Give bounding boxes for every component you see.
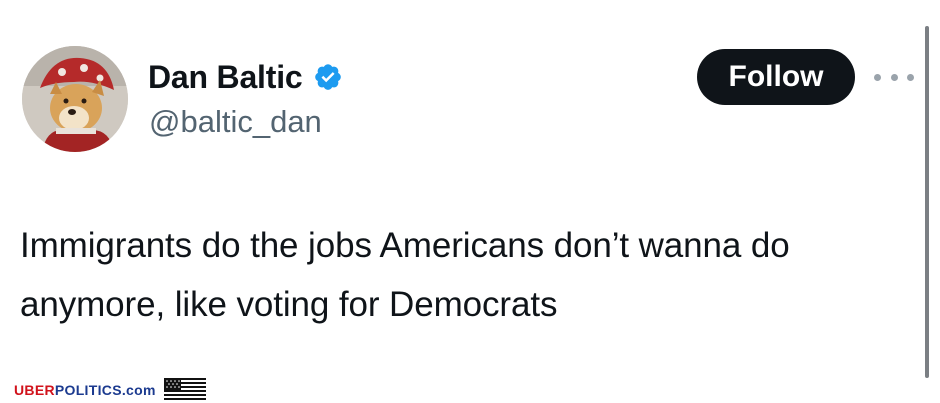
avatar[interactable]	[22, 46, 128, 152]
dot	[890, 73, 898, 81]
watermark-part1: UBER	[14, 382, 55, 398]
tweet-text: Immigrants do the jobs Americans don’t w…	[20, 226, 790, 324]
dot	[907, 73, 914, 81]
scrollbar[interactable]	[925, 26, 929, 378]
us-flag-icon	[163, 378, 206, 402]
watermark: UBERPOLITICS.com	[14, 378, 206, 402]
watermark-part2: POLITICS.com	[54, 382, 156, 398]
tweet-card: Dan Baltic @baltic_dan Follow Immigrants…	[0, 0, 940, 403]
author-handle[interactable]: @baltic_dan	[149, 104, 322, 140]
more-dots-icon[interactable]	[874, 67, 914, 87]
follow-button[interactable]: Follow	[697, 49, 855, 105]
author-name-row: Dan Baltic	[148, 58, 343, 96]
verified-badge-icon	[314, 64, 341, 90]
doge-avatar-icon	[22, 46, 128, 152]
display-name[interactable]: Dan Baltic	[148, 58, 303, 96]
dot	[874, 73, 881, 81]
watermark-text: UBERPOLITICS.com	[14, 381, 156, 399]
